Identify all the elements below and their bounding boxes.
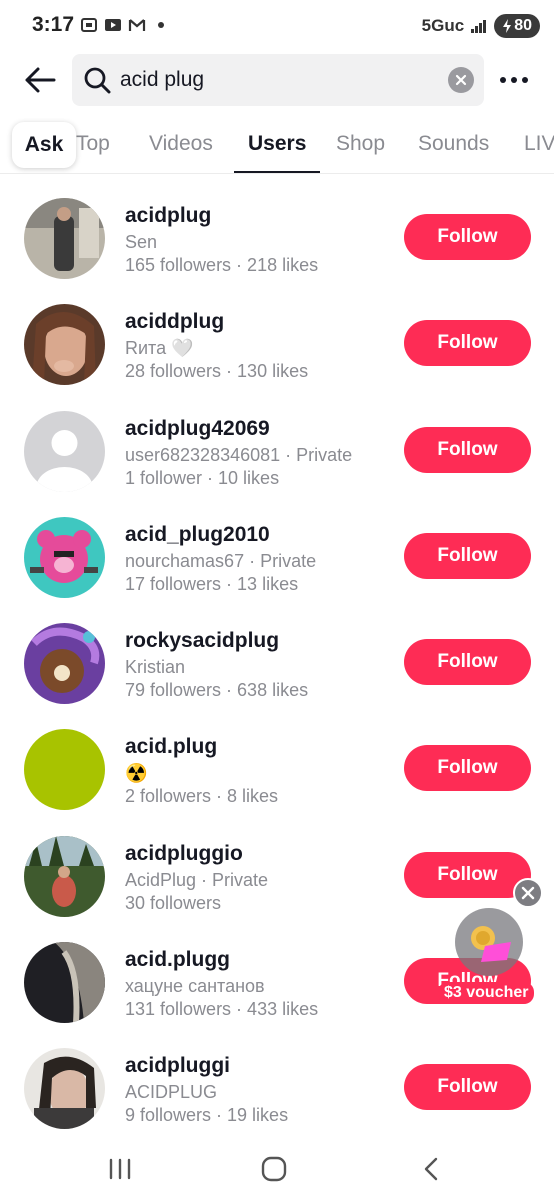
avatar[interactable] <box>24 729 105 811</box>
home-button[interactable] <box>257 1154 291 1184</box>
user-stats: 165 followers · 218 likes <box>125 255 319 275</box>
default-avatar-icon <box>24 410 105 492</box>
user-row[interactable]: acidpluggi ACIDPLUG 9 followers · 19 lik… <box>0 1034 554 1140</box>
username: aciddplug <box>125 310 225 334</box>
avatar[interactable] <box>24 623 105 705</box>
tab-live[interactable]: LIVE <box>524 132 554 156</box>
username: acid.plug <box>125 735 218 759</box>
display-name: Kristian <box>125 657 186 678</box>
back-icon <box>424 1157 438 1181</box>
username: acid_plug2010 <box>125 522 270 546</box>
coin-gift-icon <box>471 926 511 962</box>
search-box[interactable] <box>72 54 484 106</box>
search-tabs: Top Videos Users Shop Sounds LIVE Ask <box>0 118 554 174</box>
follow-button[interactable]: Follow <box>404 320 531 367</box>
tab-users[interactable]: Users <box>248 132 306 156</box>
avatar[interactable] <box>24 835 105 917</box>
dot-icon <box>152 16 170 34</box>
voucher-bubble[interactable] <box>455 908 523 976</box>
search-icon <box>82 65 112 95</box>
user-stats: 17 followers · 13 likes <box>125 573 299 594</box>
video-icon <box>104 16 122 34</box>
network-label: 5Guc <box>421 16 465 35</box>
nav-back-button[interactable] <box>414 1154 448 1184</box>
user-stats: 9 followers · 19 likes <box>125 1105 289 1126</box>
mail-icon <box>128 16 146 34</box>
user-stats: 79 followers · 638 likes <box>125 680 309 701</box>
user-stats: 30 followers <box>125 892 222 913</box>
search-input[interactable] <box>120 68 420 92</box>
display-name: nourchamas67 · Private <box>125 550 317 571</box>
status-time: 3:17 <box>32 13 75 36</box>
user-row[interactable]: acid.plug ☢️ 2 followers · 8 likes Follo… <box>0 715 554 821</box>
follow-button[interactable]: Follow <box>404 639 531 686</box>
follow-button[interactable]: Follow <box>404 745 531 792</box>
user-stats: 28 followers · 130 likes <box>125 361 309 382</box>
username: acidplug <box>125 204 212 227</box>
user-row[interactable]: acidplug42069 user682328346081 · Private… <box>0 397 554 503</box>
follow-button[interactable]: Follow <box>404 851 531 898</box>
username: rockysacidplug <box>125 629 280 653</box>
user-row[interactable]: acid_plug2010 nourchamas67 · Private 17 … <box>0 503 554 609</box>
screenshot-icon <box>80 16 98 34</box>
tab-top[interactable]: Top <box>76 132 110 156</box>
username: acidpluggio <box>125 841 243 865</box>
avatar[interactable] <box>24 304 105 386</box>
display-name: хацуне сантанов <box>125 976 265 997</box>
clear-icon <box>455 74 467 86</box>
active-tab-indicator <box>234 171 320 173</box>
search-header <box>0 52 554 110</box>
tab-shop[interactable]: Shop <box>336 132 385 156</box>
user-row[interactable]: rockysacidplug Kristian 79 followers · 6… <box>0 609 554 715</box>
user-stats: 2 followers · 8 likes <box>125 786 279 807</box>
voucher-label[interactable]: $3 voucher <box>438 982 535 1004</box>
recents-icon <box>109 1158 131 1180</box>
tab-videos[interactable]: Videos <box>149 132 213 156</box>
home-icon <box>261 1156 287 1182</box>
avatar[interactable] <box>24 1048 105 1130</box>
more-icon <box>500 77 506 83</box>
charging-icon <box>503 19 512 33</box>
tab-ask[interactable]: Ask <box>12 122 76 168</box>
username: acid.plugg <box>125 948 230 972</box>
display-name: AcidPlug · Private <box>125 869 269 890</box>
battery-level: 80 <box>514 17 532 34</box>
display-name: ☢️ <box>125 763 148 784</box>
user-stats: 1 follower · 10 likes <box>125 467 280 488</box>
display-name: Sen <box>125 232 158 252</box>
system-nav-bar <box>0 1142 554 1200</box>
user-row[interactable]: aciddplug Rита 🤍 28 followers · 130 like… <box>0 290 554 396</box>
back-button[interactable] <box>20 60 60 100</box>
more-options-button[interactable] <box>496 66 532 94</box>
status-right: 5Guc 80 <box>422 14 540 38</box>
battery-indicator: 80 <box>494 14 540 38</box>
avatar[interactable] <box>24 410 105 492</box>
follow-button[interactable]: Follow <box>404 214 531 260</box>
recents-button[interactable] <box>103 1154 137 1184</box>
follow-button[interactable]: Follow <box>404 1064 531 1111</box>
signal-icon <box>470 17 488 35</box>
username: acidpluggi <box>125 1054 230 1078</box>
user-row[interactable]: acidplug Sen 165 followers · 218 likes F… <box>0 184 554 290</box>
tab-sounds[interactable]: Sounds <box>418 132 489 156</box>
avatar[interactable] <box>24 198 105 279</box>
display-name: Rита 🤍 <box>125 338 194 359</box>
status-bar: 3:17 5Guc 80 <box>0 0 554 52</box>
display-name: user682328346081 · Private <box>125 444 353 465</box>
close-icon <box>521 886 535 900</box>
notification-icons <box>80 16 170 34</box>
username: acidplug42069 <box>125 416 270 440</box>
arrow-left-icon <box>25 67 56 93</box>
avatar[interactable] <box>24 942 105 1024</box>
clear-search-button[interactable] <box>448 67 474 93</box>
follow-button[interactable]: Follow <box>404 532 531 579</box>
voucher-close-button[interactable] <box>513 878 543 908</box>
avatar[interactable] <box>24 516 105 598</box>
user-stats: 131 followers · 433 likes <box>125 999 319 1020</box>
display-name: ACIDPLUG <box>125 1082 218 1103</box>
follow-button[interactable]: Follow <box>404 426 531 473</box>
